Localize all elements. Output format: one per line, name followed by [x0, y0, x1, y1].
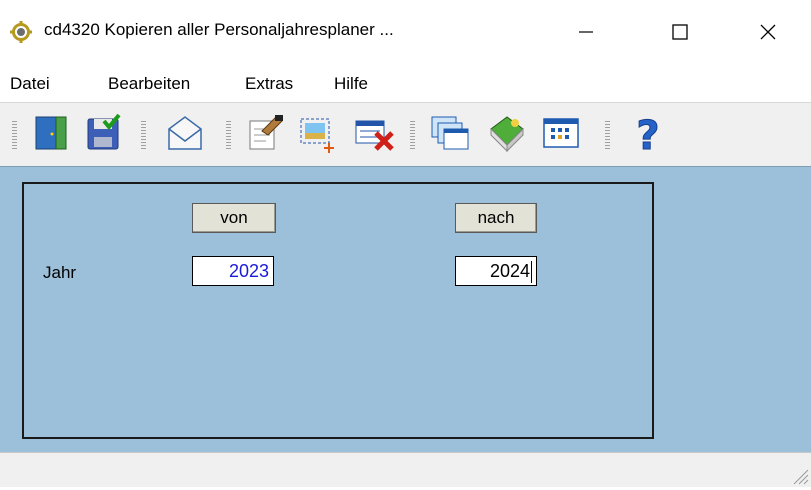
- book-button[interactable]: [485, 111, 529, 155]
- mail-icon: [168, 116, 202, 150]
- from-header: von: [192, 203, 276, 233]
- new-picture-icon: [300, 118, 334, 153]
- exit-door-icon: [35, 116, 67, 150]
- table-button[interactable]: [540, 111, 584, 155]
- to-year-value: 2024: [489, 261, 530, 281]
- save-button[interactable]: [82, 111, 126, 155]
- toolbar-separator: [605, 121, 610, 151]
- menu-extras[interactable]: Extras: [245, 74, 293, 94]
- minimize-button[interactable]: [563, 14, 609, 50]
- year-label: Jahr: [43, 263, 77, 282]
- copy-windows-icon: [431, 116, 469, 150]
- gear-icon: [10, 21, 32, 43]
- to-header: nach: [455, 203, 537, 233]
- minimize-icon: [579, 31, 593, 33]
- edit-document-button[interactable]: [244, 111, 288, 155]
- window-title: cd4320 Kopieren aller Personaljahresplan…: [44, 20, 394, 39]
- help-icon: ?: [636, 113, 660, 156]
- toolbar-separator: [12, 121, 17, 151]
- book-icon: [490, 116, 524, 153]
- form-area: von nach Jahr 2023 2024: [0, 166, 811, 453]
- from-year-value: 2023: [228, 261, 269, 281]
- resize-grip-icon[interactable]: [791, 467, 809, 485]
- toolbar-separator: [410, 121, 415, 151]
- copy-windows-button[interactable]: [428, 111, 472, 155]
- close-button[interactable]: [745, 14, 791, 50]
- maximize-icon: [672, 24, 688, 40]
- toolbar-separator: [141, 121, 146, 151]
- mail-button[interactable]: [163, 111, 207, 155]
- status-bar: [0, 452, 811, 487]
- menu-bearbeiten[interactable]: Bearbeiten: [108, 74, 190, 94]
- toolbar-separator: [226, 121, 231, 151]
- toolbar: ?: [0, 102, 811, 167]
- from-year-field[interactable]: 2023: [192, 256, 274, 286]
- menu-datei[interactable]: Datei: [10, 74, 50, 94]
- maximize-button[interactable]: [657, 14, 703, 50]
- help-button[interactable]: ?: [626, 111, 670, 156]
- delete-button[interactable]: [352, 111, 396, 155]
- close-icon: [760, 24, 776, 40]
- edit-document-icon: [249, 115, 283, 150]
- delete-icon: [355, 120, 394, 151]
- save-icon: [87, 113, 121, 150]
- svg-text:?: ?: [636, 113, 659, 155]
- text-caret: [531, 261, 532, 284]
- new-picture-button[interactable]: [295, 111, 339, 155]
- menu-hilfe[interactable]: Hilfe: [334, 74, 368, 94]
- table-icon: [543, 118, 579, 148]
- menu-bar: Datei Bearbeiten Extras Hilfe: [0, 64, 811, 102]
- to-year-field[interactable]: 2024: [455, 256, 537, 286]
- year-copy-group: von nach Jahr 2023 2024: [22, 182, 654, 439]
- exit-button[interactable]: [30, 111, 74, 155]
- title-bar: cd4320 Kopieren aller Personaljahresplan…: [0, 0, 811, 64]
